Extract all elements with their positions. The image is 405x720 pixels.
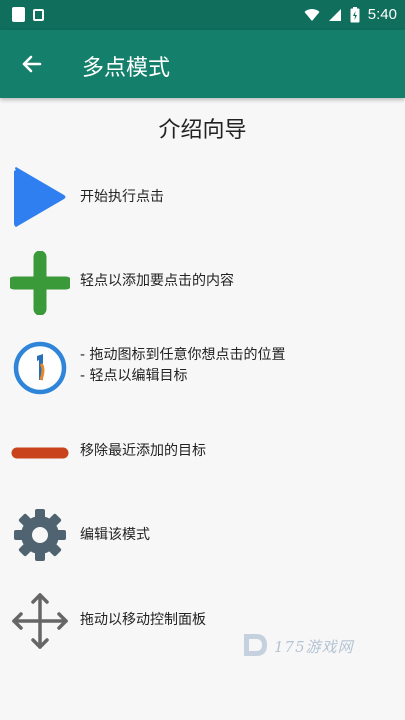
guide-item-label: 开始执行点击 <box>80 189 164 205</box>
guide-item-add: 轻点以添加要点击的内容 <box>0 247 405 317</box>
watermark-logo-icon <box>244 634 267 656</box>
guide-item-label: 编辑该模式 <box>80 527 150 543</box>
guide-item-target: - 拖动图标到任意你想点击的位置 - 轻点以编辑目标 <box>0 332 405 402</box>
guide-item-remove: 移除最近添加的目标 <box>0 416 405 486</box>
gear-icon <box>14 509 66 561</box>
wifi-icon <box>304 8 320 21</box>
battery-icon <box>350 6 360 22</box>
guide-item-start: 开始执行点击 <box>0 162 405 232</box>
page-title: 介绍向导 <box>158 118 247 143</box>
notification-icon <box>12 7 25 22</box>
guide-item-label: 拖动以移动控制面板 <box>80 612 206 628</box>
guide-item-label: 移除最近添加的目标 <box>80 443 206 459</box>
guide-item-line: - 轻点以编辑目标 <box>80 368 188 384</box>
app-bar: 多点模式 <box>0 30 405 98</box>
status-bar: 5:40 <box>0 0 405 30</box>
status-time: 5:40 <box>367 6 397 23</box>
image-icon <box>33 8 44 21</box>
move-icon <box>12 593 68 649</box>
guide-item-edit: 编辑该模式 <box>0 500 405 570</box>
remove-icon <box>11 447 69 459</box>
guide-item-label: - 拖动图标到任意你想点击的位置 - 轻点以编辑目标 <box>80 345 286 387</box>
app-title: 多点模式 <box>82 56 171 81</box>
back-button[interactable] <box>14 46 50 82</box>
play-icon <box>14 167 66 227</box>
guide-item-line: - 拖动图标到任意你想点击的位置 <box>80 347 286 363</box>
guide-item-label: 轻点以添加要点击的内容 <box>80 273 234 289</box>
plus-icon <box>10 251 70 315</box>
target-icon <box>13 341 67 395</box>
watermark-text: 175游戏网 <box>274 638 354 656</box>
watermark: 175游戏网 <box>240 630 360 662</box>
signal-icon <box>328 8 341 21</box>
back-arrow-icon <box>22 55 42 73</box>
